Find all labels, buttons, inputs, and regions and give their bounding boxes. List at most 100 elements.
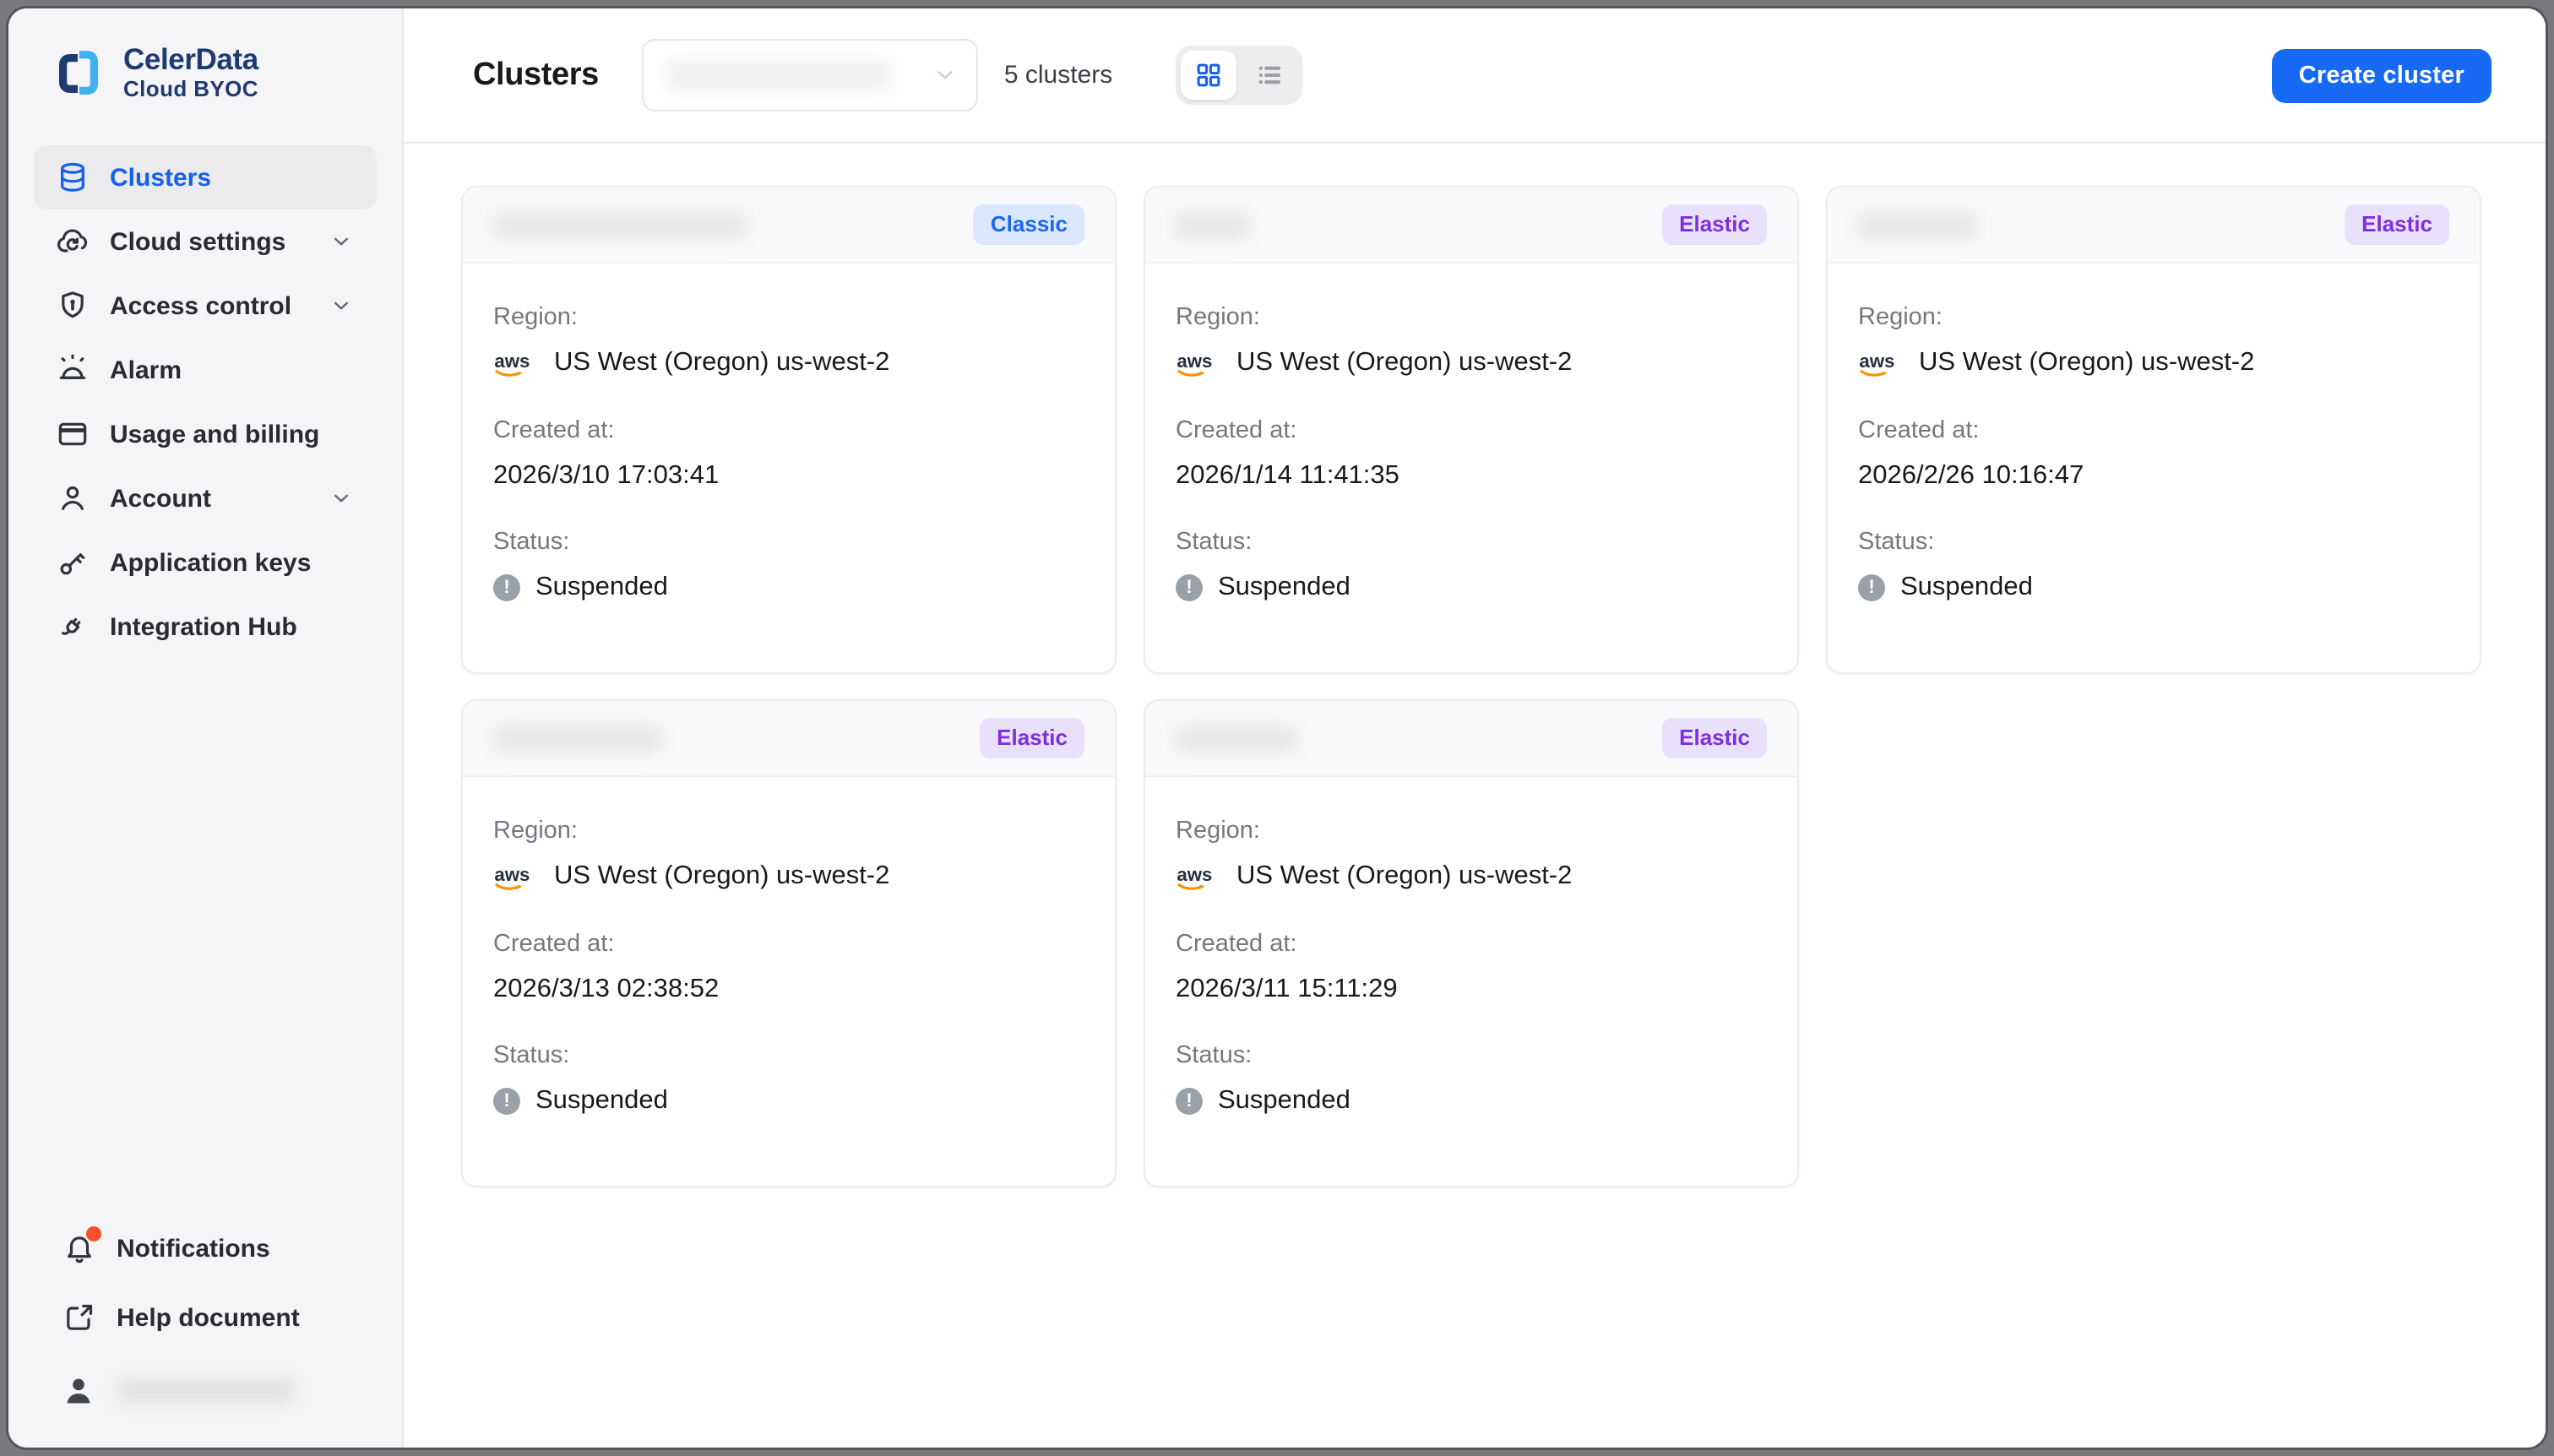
region-field: Region: aws US West (Oregon) us-west-2 bbox=[493, 304, 1084, 380]
status-value: ! Suspended bbox=[1858, 572, 2449, 605]
svg-text:aws: aws bbox=[1176, 351, 1212, 372]
cluster-card-header: Elastic bbox=[1145, 701, 1797, 777]
cluster-card-header: Elastic bbox=[1828, 187, 2480, 263]
cluster-filter-select[interactable] bbox=[643, 39, 979, 111]
cluster-name-redacted bbox=[1176, 212, 1250, 237]
exclamation-circle-icon: ! bbox=[1858, 574, 1885, 601]
chevron-down-icon bbox=[933, 62, 959, 88]
chevron-down-icon bbox=[328, 229, 355, 256]
region-value: aws US West (Oregon) us-west-2 bbox=[1858, 346, 2449, 380]
user-name-redacted bbox=[118, 1377, 294, 1403]
created-at-value: 2026/3/10 17:03:41 bbox=[493, 459, 1084, 492]
sidebar-item-notifications[interactable]: Notifications bbox=[34, 1216, 377, 1280]
sidebar-item-label: Integration Hub bbox=[110, 613, 297, 642]
cluster-type-badge: Elastic bbox=[1662, 204, 1767, 244]
created-at-value: 2026/1/14 11:41:35 bbox=[1176, 459, 1767, 492]
grid-view-button[interactable] bbox=[1180, 51, 1236, 100]
status-value: ! Suspended bbox=[493, 572, 1084, 605]
celerdata-logo-icon bbox=[52, 46, 105, 99]
sidebar-user[interactable] bbox=[34, 1358, 377, 1422]
svg-text:aws: aws bbox=[1176, 865, 1212, 885]
status-field: Status: ! Suspended bbox=[1858, 530, 2449, 605]
sidebar-item-access-control[interactable]: Access control bbox=[34, 274, 377, 339]
svg-text:aws: aws bbox=[494, 351, 530, 372]
status-field: Status: ! Suspended bbox=[1176, 530, 1767, 605]
sidebar-item-clusters[interactable]: Clusters bbox=[34, 146, 377, 210]
region-label: Region: bbox=[1176, 304, 1767, 331]
cluster-name-redacted bbox=[1176, 725, 1297, 751]
create-cluster-button[interactable]: Create cluster bbox=[2272, 48, 2492, 102]
aws-logo-icon: aws bbox=[1176, 351, 1221, 380]
brand-subtitle: Cloud BYOC bbox=[123, 77, 258, 102]
sidebar-item-account[interactable]: Account bbox=[34, 467, 377, 531]
region-label: Region: bbox=[1858, 304, 2449, 331]
grid-view-icon bbox=[1193, 61, 1222, 90]
cluster-card[interactable]: Elastic Region: aws US West (Oregon) us-… bbox=[1826, 186, 2481, 674]
cluster-card[interactable]: Elastic Region: aws US West (Oregon) us-… bbox=[461, 699, 1117, 1187]
status-value: ! Suspended bbox=[1176, 572, 1767, 605]
svg-text:aws: aws bbox=[1859, 351, 1894, 372]
created-at-label: Created at: bbox=[493, 931, 1084, 958]
sidebar-item-integration-hub[interactable]: Integration Hub bbox=[34, 595, 377, 660]
app-window: CelerData Cloud BYOC Clusters Cloud sett… bbox=[8, 8, 2546, 1448]
aws-logo-icon: aws bbox=[493, 351, 539, 380]
status-value: ! Suspended bbox=[1176, 1085, 1767, 1118]
region-text: US West (Oregon) us-west-2 bbox=[1236, 347, 1572, 380]
cluster-name-redacted bbox=[493, 212, 747, 237]
exclamation-circle-icon: ! bbox=[1176, 1088, 1203, 1115]
chevron-down-icon bbox=[328, 293, 355, 320]
list-view-icon bbox=[1254, 61, 1283, 90]
region-text: US West (Oregon) us-west-2 bbox=[1236, 861, 1572, 894]
database-icon bbox=[56, 161, 90, 195]
cluster-card-body: Region: aws US West (Oregon) us-west-2 C… bbox=[463, 777, 1115, 1155]
sidebar-item-help-document[interactable]: Help document bbox=[34, 1285, 377, 1350]
exclamation-circle-icon: ! bbox=[493, 1088, 520, 1115]
region-label: Region: bbox=[1176, 818, 1767, 845]
main-area: Clusters 5 clusters bbox=[404, 8, 2546, 1448]
bell-icon bbox=[62, 1231, 96, 1265]
status-label: Status: bbox=[1176, 530, 1767, 557]
created-at-label: Created at: bbox=[1858, 417, 2449, 444]
sidebar-item-label: Usage and billing bbox=[110, 421, 319, 449]
status-label: Status: bbox=[1176, 1043, 1767, 1070]
view-toggle bbox=[1175, 46, 1301, 105]
sidebar-item-label: Application keys bbox=[110, 549, 311, 578]
region-field: Region: aws US West (Oregon) us-west-2 bbox=[1176, 818, 1767, 894]
sidebar-item-label: Cloud settings bbox=[110, 228, 285, 257]
cluster-card[interactable]: Elastic Region: aws US West (Oregon) us-… bbox=[1144, 699, 1799, 1187]
sidebar-item-usage-and-billing[interactable]: Usage and billing bbox=[34, 403, 377, 467]
sidebar-item-label: Account bbox=[110, 485, 211, 513]
created-at-field: Created at: 2026/1/14 11:41:35 bbox=[1176, 417, 1767, 492]
sidebar: CelerData Cloud BYOC Clusters Cloud sett… bbox=[8, 8, 404, 1448]
status-label: Status: bbox=[493, 1043, 1084, 1070]
region-value: aws US West (Oregon) us-west-2 bbox=[1176, 860, 1767, 894]
key-icon bbox=[56, 546, 90, 580]
status-field: Status: ! Suspended bbox=[493, 1043, 1084, 1118]
external-link-icon bbox=[62, 1301, 96, 1334]
aws-logo-icon: aws bbox=[1176, 865, 1221, 894]
sidebar-item-label: Alarm bbox=[110, 356, 182, 385]
status-text: Suspended bbox=[1900, 572, 2033, 605]
shield-keyhole-icon bbox=[56, 290, 90, 323]
cluster-name-redacted bbox=[1858, 212, 1976, 237]
region-text: US West (Oregon) us-west-2 bbox=[554, 347, 889, 380]
cluster-card[interactable]: Classic Region: aws US West (Oregon) us-… bbox=[461, 186, 1117, 674]
sidebar-item-alarm[interactable]: Alarm bbox=[34, 339, 377, 403]
avatar-icon bbox=[61, 1372, 96, 1408]
aws-logo-icon: aws bbox=[1858, 351, 1904, 380]
cluster-count: 5 clusters bbox=[1004, 61, 1112, 90]
region-label: Region: bbox=[493, 818, 1084, 845]
status-text: Suspended bbox=[535, 572, 668, 605]
sidebar-nav: Clusters Cloud settings Access control A… bbox=[34, 146, 377, 660]
status-field: Status: ! Suspended bbox=[1176, 1043, 1767, 1118]
sidebar-item-cloud-settings[interactable]: Cloud settings bbox=[34, 210, 377, 274]
cluster-type-badge: Elastic bbox=[1662, 718, 1767, 758]
list-view-button[interactable] bbox=[1241, 51, 1296, 100]
user-icon bbox=[56, 482, 90, 516]
created-at-field: Created at: 2026/3/10 17:03:41 bbox=[493, 417, 1084, 492]
created-at-field: Created at: 2026/3/11 15:11:29 bbox=[1176, 931, 1767, 1006]
sidebar-item-application-keys[interactable]: Application keys bbox=[34, 531, 377, 595]
page-header: Clusters 5 clusters bbox=[404, 8, 2546, 144]
cluster-card-body: Region: aws US West (Oregon) us-west-2 C… bbox=[1145, 263, 1797, 642]
cluster-card[interactable]: Elastic Region: aws US West (Oregon) us-… bbox=[1144, 186, 1799, 674]
